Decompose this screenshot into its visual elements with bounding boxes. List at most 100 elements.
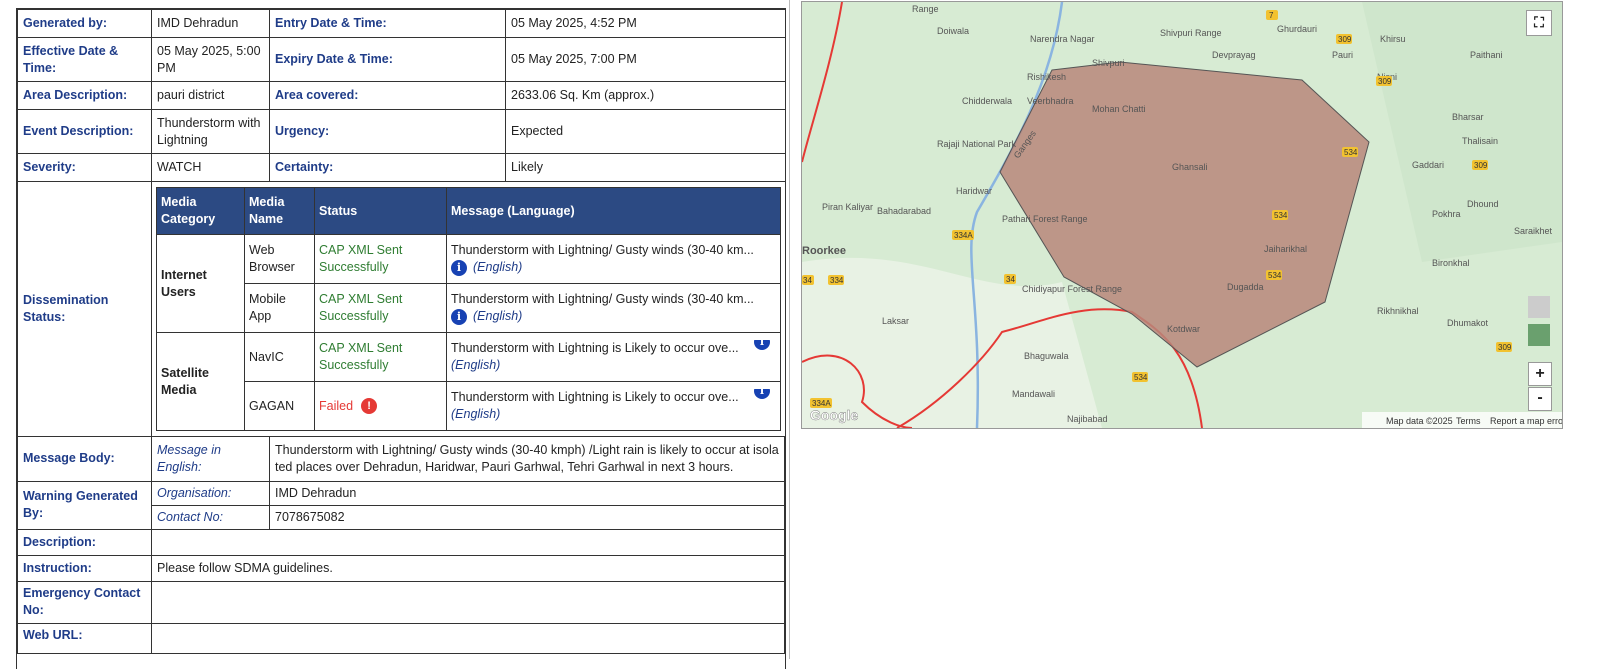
highway-number: 34 <box>1006 275 1015 284</box>
urgency-value: Expected <box>505 109 785 154</box>
google-logo: Google <box>810 407 858 423</box>
place-label: Kotdwar <box>1167 324 1200 334</box>
table-row: Internet Users Web Browser CAP XML Sent … <box>156 234 781 333</box>
place-label: Bharsar <box>1452 112 1484 122</box>
info-icon[interactable]: i <box>754 340 770 350</box>
alert-area-map[interactable]: Doiwala Narendra Nagar Shivpuri Shivpuri… <box>801 1 1563 429</box>
place-label: Bhaguwala <box>1024 351 1069 361</box>
description-label: Description: <box>17 528 152 556</box>
message-cell: Thunderstorm with Lightning/ Gusty winds… <box>446 283 781 333</box>
highway-number: 34 <box>803 276 812 285</box>
media-name-cell: Web Browser <box>244 234 315 284</box>
message-text: Thunderstorm with Lightning is Likely to… <box>451 341 739 355</box>
dissemination-status-cell: Media Category Media Name Status Message… <box>151 181 785 437</box>
map-layers-icon[interactable] <box>1528 324 1550 346</box>
language-link[interactable]: (English) <box>473 309 522 323</box>
event-description-label: Event Description: <box>17 109 152 154</box>
certainty-label: Certainty: <box>269 153 506 182</box>
language-link[interactable]: (English) <box>473 260 522 274</box>
alert-details-panel: Generated by: IMD Dehradun Entry Date & … <box>16 8 786 669</box>
place-label: Pokhra <box>1432 209 1461 219</box>
place-label: Mohan Chatti <box>1092 104 1146 114</box>
media-name-cell: NavIC <box>244 332 315 382</box>
map-canvas[interactable]: Doiwala Narendra Nagar Shivpuri Shivpuri… <box>802 2 1562 428</box>
web-url-value <box>151 622 785 654</box>
emergency-contact-label: Emergency Contact No: <box>17 580 152 624</box>
zoom-in-button[interactable]: + <box>1528 362 1552 386</box>
language-link[interactable]: (English) <box>451 358 500 372</box>
effective-datetime-label: Effective Date & Time: <box>17 37 152 82</box>
urgency-label: Urgency: <box>269 109 506 154</box>
certainty-value: Likely <box>505 153 785 182</box>
zoom-out-button[interactable]: - <box>1528 387 1552 411</box>
organisation-label: Organisation: <box>151 480 270 506</box>
highway-number: 534 <box>1274 211 1288 220</box>
place-label: Bironkhal <box>1432 258 1470 268</box>
instruction-value: Please follow SDMA guidelines. <box>151 554 785 582</box>
place-label: Range <box>912 4 939 14</box>
info-icon[interactable]: i <box>451 259 467 276</box>
place-label: Roorkee <box>802 245 846 257</box>
place-label: Shivpuri Range <box>1160 28 1222 38</box>
place-label: Dhound <box>1467 199 1499 209</box>
highway-number: 334A <box>954 231 973 240</box>
place-label: Devprayag <box>1212 50 1256 60</box>
expiry-datetime-label: Expiry Date & Time: <box>269 37 506 82</box>
media-category-header: Media Category <box>156 187 245 235</box>
place-label: Dugadda <box>1227 282 1264 292</box>
place-label: Bahadarabad <box>877 206 931 216</box>
message-text: Thunderstorm with Lightning is Likely to… <box>451 390 739 404</box>
highway-number: 534 <box>1344 148 1358 157</box>
media-name-header: Media Name <box>244 187 315 235</box>
description-value <box>151 528 785 556</box>
message-text: Thunderstorm with Lightning/ Gusty winds… <box>451 243 754 257</box>
place-label: Rishikesh <box>1027 72 1066 82</box>
place-label: Khirsu <box>1380 34 1406 44</box>
message-body-label: Message Body: <box>17 437 152 482</box>
map-terms-link[interactable]: Terms <box>1456 416 1481 426</box>
severity-value: WATCH <box>151 153 270 182</box>
street-view-icon[interactable] <box>1528 296 1550 318</box>
place-label: Haridwar <box>956 186 992 196</box>
web-url-label: Web URL: <box>17 622 152 654</box>
error-icon[interactable]: ! <box>361 398 378 415</box>
media-name-cell: GAGAN <box>244 381 315 431</box>
table-row: GAGAN Failed! Thunderstorm with Lightnin… <box>157 381 781 431</box>
media-table: Media Category Media Name Status Message… <box>156 187 781 431</box>
highway-number: 534 <box>1134 373 1148 382</box>
message-in-english-label: Message in English: <box>151 437 270 482</box>
effective-datetime-value: 05 May 2025, 5:00 PM <box>151 37 270 82</box>
highway-number: 334 <box>830 276 844 285</box>
failed-status-text: Failed <box>319 398 354 413</box>
area-covered-label: Area covered: <box>269 81 506 110</box>
generated-by-label: Generated by: <box>17 9 152 38</box>
place-label: Paithani <box>1470 50 1503 60</box>
message-text: Thunderstorm with Lightning/ Gusty winds… <box>451 292 754 306</box>
warning-generated-by-label: Warning Generated By: <box>17 480 152 530</box>
entry-datetime-value: 05 May 2025, 4:52 PM <box>505 9 785 38</box>
info-icon[interactable]: i <box>754 389 770 399</box>
status-cell: Failed! <box>314 381 447 431</box>
message-cell: Thunderstorm with Lightning is Likely to… <box>446 332 781 382</box>
info-icon[interactable]: i <box>451 308 467 325</box>
generated-by-value: IMD Dehradun <box>151 9 270 38</box>
area-description-value: pauri district <box>151 81 270 110</box>
status-cell: CAP XML Sent Successfully <box>314 234 447 284</box>
message-in-english-value: Thunderstorm with Lightning/ Gusty winds… <box>269 437 785 482</box>
language-link[interactable]: (English) <box>451 407 500 421</box>
message-cell: Thunderstorm with Lightning is Likely to… <box>446 381 781 431</box>
fullscreen-icon[interactable]: ⛶ <box>1526 10 1552 36</box>
expiry-datetime-value: 05 May 2025, 7:00 PM <box>505 37 785 82</box>
status-cell: CAP XML Sent Successfully <box>314 283 447 333</box>
highway-number: 534 <box>1268 271 1282 280</box>
place-label: Rikhnikhal <box>1377 306 1419 316</box>
status-header: Status <box>314 187 447 235</box>
place-label: Narendra Nagar <box>1030 34 1095 44</box>
status-cell: CAP XML Sent Successfully <box>314 332 447 382</box>
place-label: Gaddari <box>1412 160 1444 170</box>
place-label: Pathari Forest Range <box>1002 214 1088 224</box>
report-map-error-link[interactable]: Report a map error <box>1490 416 1562 426</box>
place-label: Ghansali <box>1172 162 1208 172</box>
instruction-label: Instruction: <box>17 554 152 582</box>
place-label: Jaiharikhal <box>1264 244 1307 254</box>
